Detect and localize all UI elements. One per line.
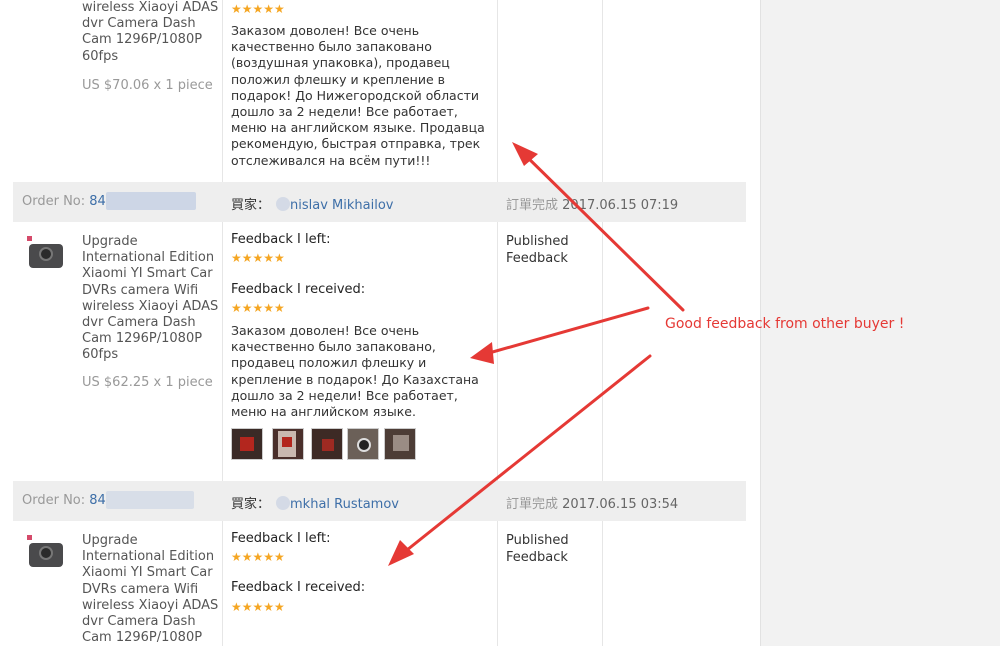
annotation-text: Good feedback from other buyer ! bbox=[665, 316, 905, 332]
arrow-line bbox=[520, 150, 685, 312]
arrow-line bbox=[395, 354, 652, 560]
arrow-line bbox=[480, 306, 650, 357]
arrowhead-icon bbox=[388, 540, 414, 566]
arrowhead-icon bbox=[470, 342, 494, 364]
